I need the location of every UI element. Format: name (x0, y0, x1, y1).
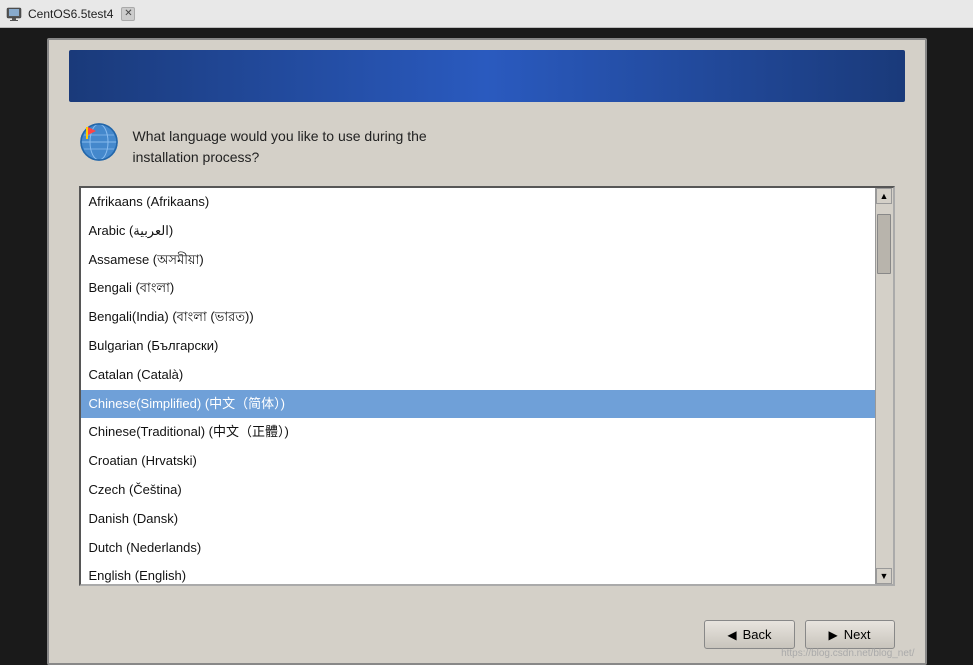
language-item[interactable]: Arabic (العربية) (81, 217, 875, 246)
next-arrow-icon: ▶ (829, 628, 838, 642)
language-item[interactable]: Chinese(Traditional) (中文（正體）) (81, 418, 875, 447)
language-item[interactable]: Croatian (Hrvatski) (81, 447, 875, 476)
title-bar-text: CentOS6.5test4 (28, 7, 113, 21)
globe-icon (79, 122, 119, 162)
language-item[interactable]: Dutch (Nederlands) (81, 534, 875, 563)
language-item[interactable]: Bengali(India) (বাংলা (ভারত)) (81, 303, 875, 332)
content-area: What language would you like to use duri… (49, 112, 925, 606)
back-label: Back (743, 627, 772, 642)
title-bar: CentOS6.5test4 ✕ (0, 0, 973, 28)
main-window: What language would you like to use duri… (47, 38, 927, 665)
window-icon (6, 6, 22, 22)
back-button[interactable]: ◀ Back (704, 620, 794, 649)
next-button[interactable]: ▶ Next (805, 620, 895, 649)
language-item[interactable]: Afrikaans (Afrikaans) (81, 188, 875, 217)
language-item[interactable]: Bulgarian (Български) (81, 332, 875, 361)
scrollbar-up-button[interactable]: ▲ (876, 188, 892, 204)
question-row: What language would you like to use duri… (79, 122, 895, 168)
close-button[interactable]: ✕ (121, 7, 135, 21)
back-arrow-icon: ◀ (727, 628, 736, 642)
language-item[interactable]: Assamese (অসমীয়া) (81, 246, 875, 275)
scrollbar-thumb-area (876, 204, 893, 568)
question-text: What language would you like to use duri… (133, 122, 427, 168)
language-item[interactable]: Catalan (Català) (81, 361, 875, 390)
header-banner (69, 50, 905, 102)
language-item[interactable]: Czech (Čeština) (81, 476, 875, 505)
language-item[interactable]: Chinese(Simplified) (中文（简体）) (81, 390, 875, 419)
scrollbar-track: ▲ ▼ (875, 188, 893, 584)
language-item[interactable]: Danish (Dansk) (81, 505, 875, 534)
language-list-container: Afrikaans (Afrikaans)Arabic (العربية)Ass… (79, 186, 895, 586)
scrollbar-thumb[interactable] (877, 214, 891, 274)
scrollbar-down-button[interactable]: ▼ (876, 568, 892, 584)
language-item[interactable]: Bengali (বাংলা) (81, 274, 875, 303)
language-list[interactable]: Afrikaans (Afrikaans)Arabic (العربية)Ass… (81, 188, 875, 584)
next-label: Next (844, 627, 871, 642)
language-item[interactable]: English (English) (81, 562, 875, 584)
